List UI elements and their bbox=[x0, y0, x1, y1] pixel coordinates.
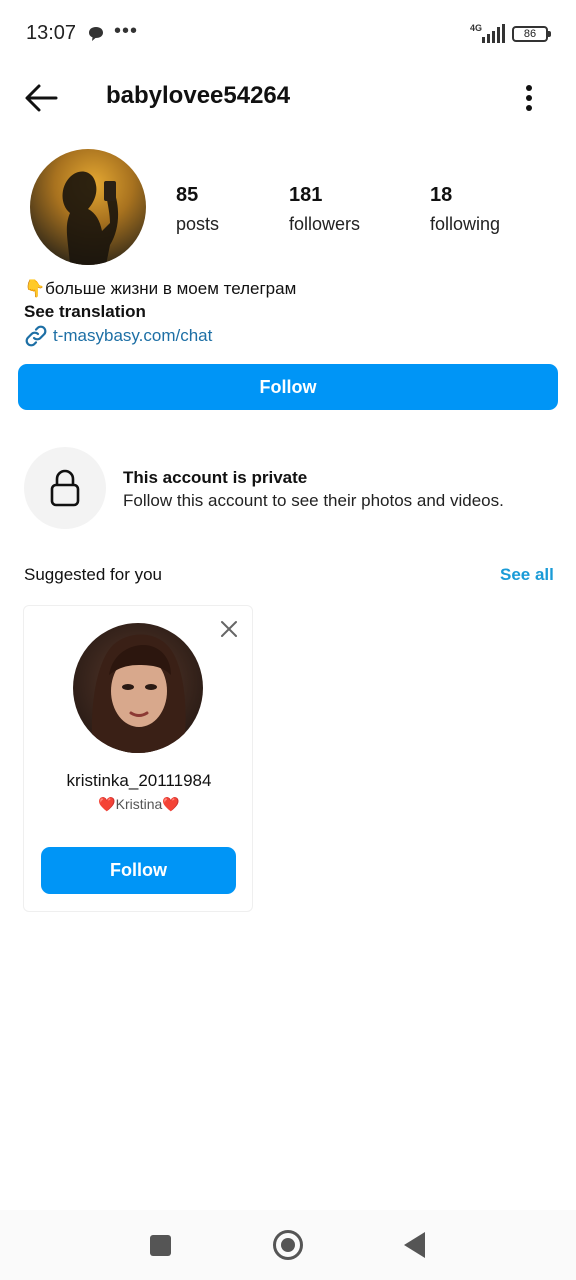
suggested-display-name: ❤️Kristina❤️ bbox=[98, 796, 180, 812]
profile-link[interactable]: t-masybasy.com/chat bbox=[24, 324, 212, 348]
suggested-title: Suggested for you bbox=[24, 565, 162, 584]
lock-icon bbox=[50, 469, 80, 507]
following-label: following bbox=[430, 214, 501, 234]
profile-bio: 👇больше жизни в моем телеграм bbox=[24, 279, 297, 298]
close-icon[interactable] bbox=[220, 620, 238, 638]
more-vertical-icon[interactable] bbox=[516, 80, 542, 116]
signal-icon: 4G bbox=[470, 23, 505, 43]
recents-icon[interactable] bbox=[150, 1235, 171, 1256]
suggested-card[interactable]: kristinka_20111984 ❤️Kristina❤️ Follow bbox=[23, 605, 253, 912]
profile-link-text: t-masybasy.com/chat bbox=[53, 326, 213, 345]
following-count: 18 bbox=[430, 184, 453, 206]
posts-count: 85 bbox=[176, 184, 199, 206]
profile-username: babylovee54264 bbox=[106, 82, 291, 109]
back-arrow-icon[interactable] bbox=[22, 80, 60, 116]
followers-label: followers bbox=[289, 214, 361, 234]
stat-posts[interactable]: 85 posts bbox=[176, 184, 219, 235]
followers-count: 181 bbox=[289, 184, 323, 206]
battery-icon: 86 bbox=[512, 26, 551, 42]
suggested-follow-button[interactable]: Follow bbox=[41, 847, 236, 894]
private-account-description: Follow this account to see their photos … bbox=[123, 491, 504, 510]
stat-followers[interactable]: 181 followers bbox=[289, 184, 360, 235]
see-all-link[interactable]: See all bbox=[500, 565, 554, 585]
profile-avatar[interactable] bbox=[30, 149, 146, 265]
status-bar: 13:07 ••• 4G 86 bbox=[0, 0, 576, 68]
link-icon bbox=[25, 325, 47, 347]
stat-following[interactable]: 18 following bbox=[430, 184, 500, 235]
network-type: 4G bbox=[470, 23, 482, 33]
home-icon[interactable] bbox=[273, 1230, 303, 1260]
private-lock-circle bbox=[24, 447, 106, 529]
back-triangle-icon[interactable] bbox=[404, 1232, 425, 1258]
private-account-title: This account is private bbox=[123, 468, 308, 487]
chat-bubble-icon bbox=[89, 27, 103, 41]
system-nav-bar bbox=[0, 1210, 576, 1280]
status-more-dots: ••• bbox=[114, 20, 139, 42]
status-time: 13:07 bbox=[26, 22, 77, 44]
posts-label: posts bbox=[176, 214, 220, 234]
suggested-username: kristinka_20111984 bbox=[66, 771, 212, 790]
see-translation-link[interactable]: See translation bbox=[24, 302, 146, 322]
profile-header: babylovee54264 bbox=[0, 68, 576, 128]
suggested-avatar[interactable] bbox=[73, 623, 203, 753]
follow-button[interactable]: Follow bbox=[18, 364, 558, 410]
